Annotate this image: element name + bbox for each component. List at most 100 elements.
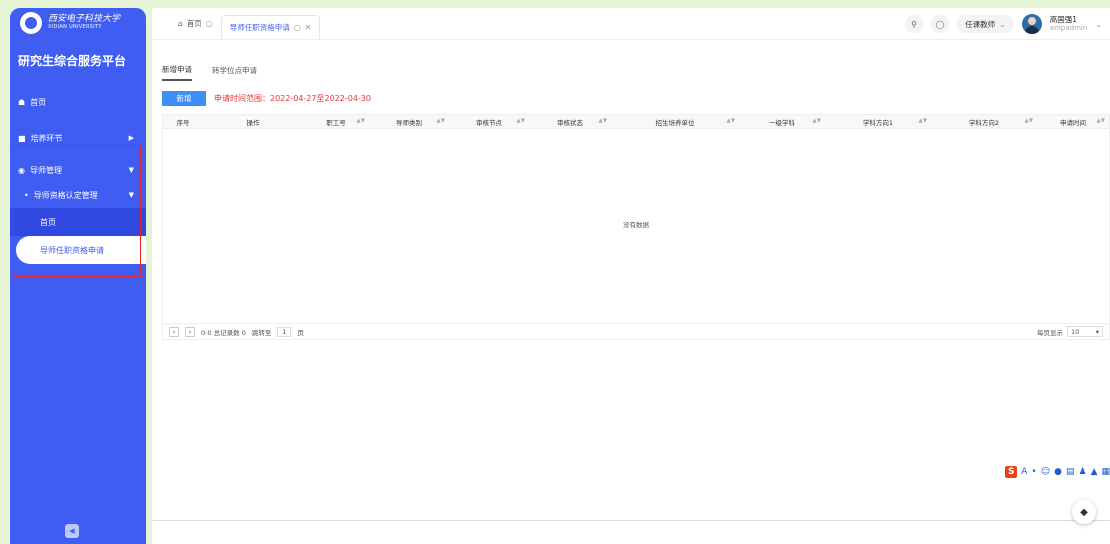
empty-state: 没有数据 <box>623 221 649 229</box>
sort-icon[interactable]: ▲▼ <box>919 118 927 124</box>
book-icon: ■ <box>18 133 26 143</box>
skin-button[interactable]: ◯ <box>931 15 950 33</box>
layers-icon: ◆ <box>1080 506 1088 518</box>
sidebar: 西安电子科技大学 XIDIAN UNIVERSITY 研究生综合服务平台 ☗ 首… <box>10 8 146 544</box>
main-panel: ⌂ 首页 ○ 导师任职资格申请 ○ ✕ ⚲ ◯ 任课教师 ⌄ 高国强1 ampa… <box>152 8 1110 544</box>
record-summary: 0-0 总记录数 0 <box>201 328 246 337</box>
content-area: 新增申请 转学位点申请 新增 申请时间范围：2022-04-27至2022-04… <box>162 62 1110 340</box>
column-header[interactable]: 操作 <box>203 115 303 129</box>
shirt-icon: ◯ <box>935 19 945 29</box>
bullet-icon: • <box>24 190 29 200</box>
sub-tabs: 新增申请 转学位点申请 <box>162 62 1110 82</box>
divider <box>152 520 1110 521</box>
advisor-icon: ◉ <box>18 165 25 175</box>
sidebar-item-home[interactable]: ☗ 首页 <box>10 90 146 114</box>
keyboard-icon[interactable]: ▤ <box>1066 467 1075 477</box>
grid-icon[interactable]: ▦ <box>1101 467 1110 477</box>
sidebar-item-label: 首页 <box>30 97 47 107</box>
add-button[interactable]: 新增 <box>162 90 206 106</box>
prev-page-button[interactable]: ‹ <box>169 326 179 337</box>
top-bar: ⌂ 首页 ○ 导师任职资格申请 ○ ✕ ⚲ ◯ 任课教师 ⌄ 高国强1 ampa… <box>152 8 1110 40</box>
sort-icon[interactable]: ▲▼ <box>357 118 365 124</box>
refresh-icon[interactable]: ○ <box>206 19 213 28</box>
collapse-sidebar-button[interactable]: ◀ <box>65 524 79 538</box>
system-title: 研究生综合服务平台 <box>18 54 127 68</box>
next-page-button[interactable]: › <box>185 326 195 337</box>
tab-label: 导师任职资格申请 <box>229 22 290 32</box>
sidebar-subitem-label: 导师资格认定管理 <box>33 190 98 200</box>
sidebar-leaf-home[interactable]: 首页 <box>10 208 146 236</box>
page-unit: 页 <box>297 328 304 337</box>
role-selector[interactable]: 任课教师 ⌄ <box>957 15 1014 33</box>
tab-transfer-application[interactable]: 转学位点申请 <box>212 65 257 80</box>
column-header[interactable]: 职工号 ▲▼ <box>303 115 369 129</box>
pagination: ‹ › 0-0 总记录数 0 跳转至 1 页 每页显示 10 ▾ <box>162 324 1110 340</box>
sort-icon[interactable]: ▲▼ <box>1025 118 1033 124</box>
sidebar-item-advisor-management[interactable]: ◉ 导师管理 ▼ <box>10 158 146 182</box>
mic-icon[interactable]: ● <box>1054 467 1062 477</box>
tab-label: 首页 <box>186 19 202 28</box>
jump-label: 跳转至 <box>251 328 272 337</box>
sidebar-leaf-advisor-application[interactable]: 导师任职资格申请 <box>16 236 146 264</box>
user-account: ampadmin <box>1049 24 1088 33</box>
a-icon[interactable]: A <box>1021 467 1027 477</box>
sidebar-item-training[interactable]: ■ 培养环节 ▶ <box>10 126 146 150</box>
column-header[interactable]: 申请时间 ▲▼ <box>1037 115 1109 129</box>
university-logo[interactable]: 西安电子科技大学 XIDIAN UNIVERSITY <box>10 8 146 38</box>
tab-advisor-application[interactable]: 导师任职资格申请 ○ ✕ <box>220 14 321 39</box>
column-header[interactable]: 学科方向2 ▲▼ <box>931 115 1037 129</box>
caret-right-icon: ▶ <box>128 134 134 142</box>
sidebar-subitem-qualification[interactable]: • 导师资格认定管理 ▼ <box>10 182 146 208</box>
role-label: 任课教师 <box>965 19 996 29</box>
column-header[interactable]: 序号 <box>163 115 203 129</box>
logo-english-name: XIDIAN UNIVERSITY <box>48 24 102 31</box>
page-input[interactable]: 1 <box>277 326 292 337</box>
tab-home[interactable]: ⌂ 首页 ○ <box>170 13 221 35</box>
per-page-control: 每页显示 10 ▾ <box>1037 326 1103 337</box>
column-header[interactable]: 审核状态 ▲▼ <box>529 115 611 129</box>
sort-icon[interactable]: ▲▼ <box>437 118 445 124</box>
search-icon: ⚲ <box>911 19 918 29</box>
data-table: 序号 操作 职工号 ▲▼ 导师类别 ▲▼ 审核节点 ▲▼ 审核状态 ▲▼ 招生培养单位 ▲… <box>162 114 1110 324</box>
ime-toolbar[interactable]: S A • ☺ ● ▤ ♟ ▲ ▦ <box>1005 466 1110 478</box>
person-icon[interactable]: ♟ <box>1078 467 1086 477</box>
chevron-down-icon: ⌄ <box>999 19 1006 29</box>
chevron-down-icon[interactable]: ⌄ <box>1095 20 1102 29</box>
comma-icon[interactable]: • <box>1031 467 1036 477</box>
close-icon[interactable]: ✕ <box>305 23 312 32</box>
shirt-icon[interactable]: ▲ <box>1091 467 1098 477</box>
sort-icon[interactable]: ▲▼ <box>1097 118 1105 124</box>
table-header: 序号 操作 职工号 ▲▼ 导师类别 ▲▼ 审核节点 ▲▼ 审核状态 ▲▼ 招生培养单位 ▲… <box>163 115 1109 129</box>
sidebar-item-label: 导师管理 <box>29 165 62 175</box>
per-page-select[interactable]: 10 ▾ <box>1067 326 1103 337</box>
search-button[interactable]: ⚲ <box>905 15 924 33</box>
sogou-s-icon[interactable]: S <box>1005 466 1018 478</box>
per-page-label: 每页显示 <box>1037 328 1063 337</box>
column-header[interactable]: 审核节点 ▲▼ <box>449 115 529 129</box>
action-row: 新增 申请时间范围：2022-04-27至2022-04-30 <box>162 90 1110 106</box>
app-window: 西安电子科技大学 XIDIAN UNIVERSITY 研究生综合服务平台 ☗ 首… <box>0 0 1110 544</box>
sidebar-item-label: 培养环节 <box>30 133 63 143</box>
column-header[interactable]: 导师类别 ▲▼ <box>369 115 449 129</box>
sort-icon[interactable]: ▲▼ <box>599 118 607 124</box>
user-info[interactable]: 高国强1 ampadmin <box>1049 14 1088 33</box>
university-emblem-icon <box>20 12 42 34</box>
home-icon: ⌂ <box>178 19 183 28</box>
refresh-icon[interactable]: ○ <box>294 23 301 32</box>
emoji-icon[interactable]: ☺ <box>1041 467 1050 477</box>
sort-icon[interactable]: ▲▼ <box>517 118 525 124</box>
column-header[interactable]: 招生培养单位 ▲▼ <box>611 115 739 129</box>
column-header[interactable]: 一级学科 ▲▼ <box>739 115 825 129</box>
layers-button[interactable]: ◆ <box>1072 500 1096 524</box>
sort-icon[interactable]: ▲▼ <box>813 118 821 124</box>
home-icon: ☗ <box>18 97 26 107</box>
user-name: 高国强1 <box>1049 14 1078 24</box>
application-range-note: 申请时间范围：2022-04-27至2022-04-30 <box>214 93 371 103</box>
caret-down-icon: ▼ <box>128 166 134 174</box>
avatar[interactable] <box>1021 14 1042 34</box>
column-header[interactable]: 学科方向1 ▲▼ <box>825 115 931 129</box>
tab-new-application[interactable]: 新增申请 <box>162 64 192 81</box>
caret-down-icon: ▾ <box>1095 327 1099 336</box>
caret-down-icon: ▼ <box>128 191 134 199</box>
sort-icon[interactable]: ▲▼ <box>727 118 735 124</box>
